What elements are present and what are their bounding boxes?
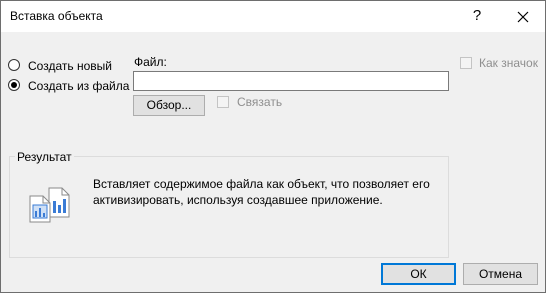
document-chart-icon — [29, 187, 70, 223]
browse-button[interactable]: Обзор... — [133, 95, 205, 116]
link-label[interactable]: Связать — [237, 95, 282, 109]
result-description: Вставляет содержимое файла как объект, ч… — [93, 177, 430, 207]
help-button[interactable]: ? — [467, 5, 487, 27]
link-checkbox[interactable] — [217, 96, 229, 108]
display-as-icon-label[interactable]: Как значок — [479, 56, 538, 70]
close-icon — [517, 11, 529, 23]
file-path-input[interactable] — [133, 71, 449, 91]
create-from-file-label[interactable]: Создать из файла — [28, 79, 129, 93]
file-label: Файл: — [134, 55, 167, 69]
result-title: Результат — [15, 150, 74, 164]
insert-object-dialog: Вставка объекта ? Создать новый Создать … — [0, 0, 546, 293]
title-bar: Вставка объекта ? — [1, 1, 545, 32]
display-as-icon-checkbox[interactable] — [460, 57, 472, 69]
cancel-button[interactable]: Отмена — [463, 263, 538, 285]
ok-button[interactable]: ОК — [381, 263, 456, 285]
create-new-radio[interactable] — [8, 59, 20, 71]
dialog-title: Вставка объекта — [10, 9, 103, 23]
create-from-file-radio[interactable] — [8, 79, 20, 91]
create-new-label[interactable]: Создать новый — [28, 59, 112, 73]
close-button[interactable] — [511, 5, 535, 27]
